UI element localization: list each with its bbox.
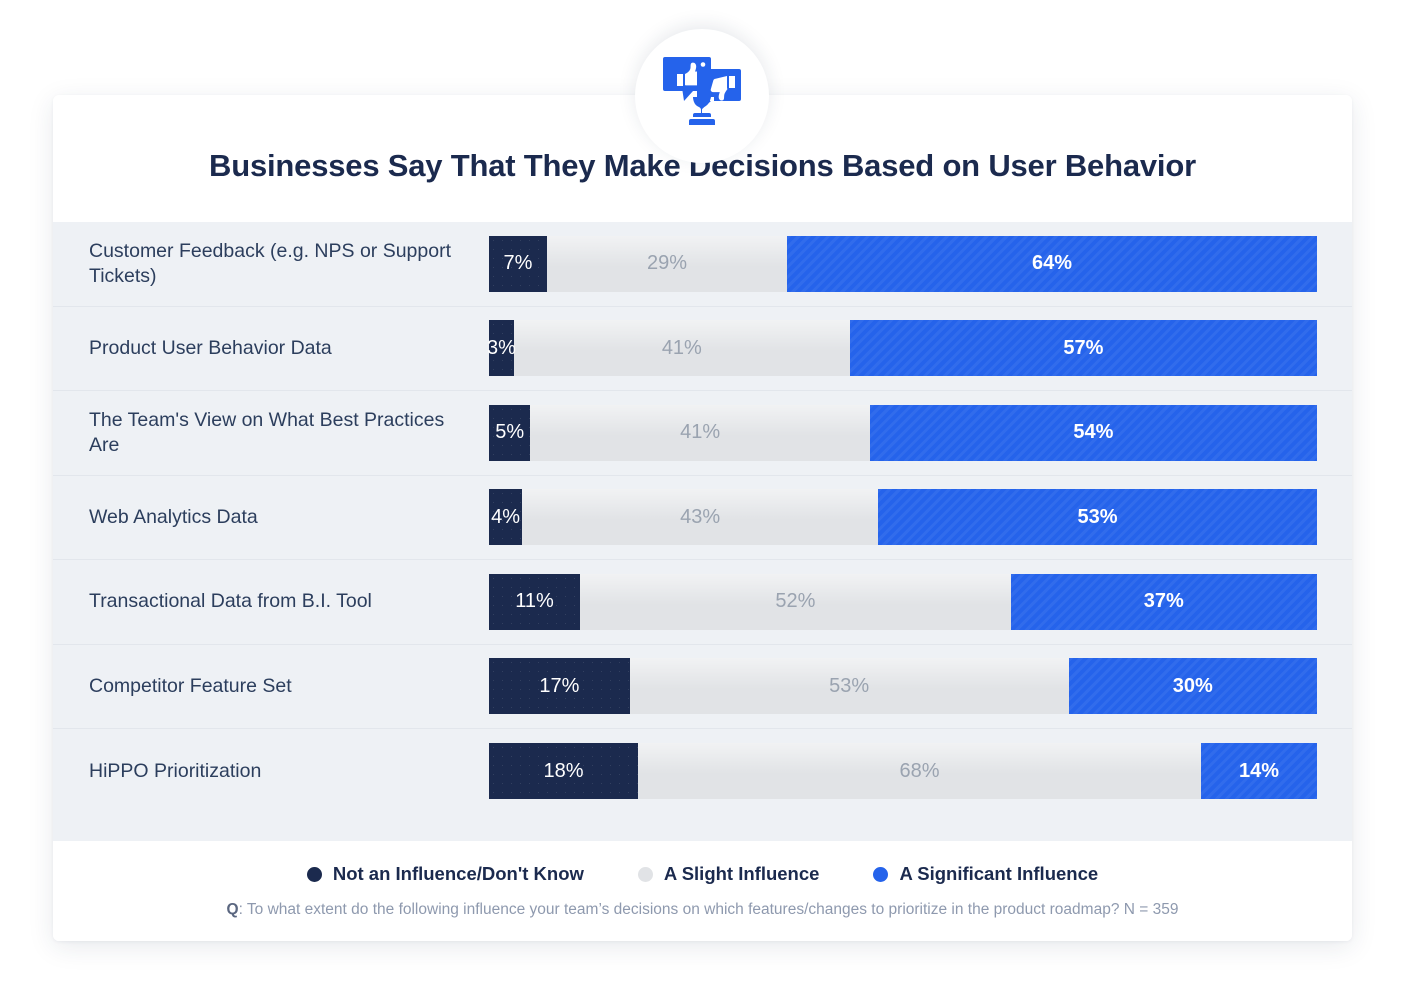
chart-row: The Team's View on What Best Practices A… (53, 391, 1352, 476)
chart-rows: Customer Feedback (e.g. NPS or Support T… (53, 222, 1352, 841)
bar-track: 4% 43% 53% (489, 489, 1317, 546)
bar-track: 3% 41% 57% (486, 320, 1317, 377)
chart-row: Competitor Feature Set 17% 53% 30% (53, 645, 1352, 729)
legend-dot-not-an-influence (306, 866, 322, 882)
row-label: Customer Feedback (e.g. NPS or Support T… (89, 239, 451, 287)
segment-slight-influence: 41% (530, 404, 870, 461)
row-label: HiPPO Prioritization (89, 759, 262, 782)
chart-row: Product User Behavior Data 3% 41% 57% (53, 307, 1352, 391)
row-label: The Team's View on What Best Practices A… (89, 408, 445, 456)
row-label: Competitor Feature Set (89, 674, 292, 697)
segment-slight-influence: 68% (638, 743, 1202, 800)
row-label: Product User Behavior Data (89, 336, 332, 359)
segment-not-an-influence: 17% (489, 658, 630, 715)
segment-significant-influence: 53% (878, 489, 1317, 546)
segment-not-an-influence-value: 7% (503, 252, 533, 275)
segment-slight-influence-value: 41% (680, 421, 721, 444)
row-label: Transactional Data from B.I. Tool (89, 590, 372, 613)
segment-significant-influence-value: 14% (1239, 759, 1280, 782)
segment-slight-influence-value: 41% (661, 336, 702, 359)
segment-significant-influence-value: 30% (1172, 674, 1213, 697)
segment-not-an-influence: 4% (489, 489, 523, 546)
legend-dot-significant-influence (873, 866, 889, 882)
bar-track: 5% 41% 54% (489, 404, 1317, 461)
segment-slight-influence-value: 53% (829, 674, 870, 697)
bar-track: 17% 53% 30% (489, 658, 1317, 715)
segment-significant-influence: 64% (787, 235, 1317, 292)
segment-slight-influence-value: 43% (680, 505, 721, 528)
segment-significant-influence: 14% (1201, 743, 1317, 800)
segment-slight-influence-value: 29% (646, 252, 688, 275)
legend-item[interactable]: A Significant Influence (873, 863, 1098, 885)
segment-significant-influence-value: 37% (1143, 590, 1184, 613)
segment-significant-influence: 37% (1010, 573, 1317, 630)
segment-not-an-influence: 5% (489, 404, 531, 461)
segment-not-an-influence-value: 11% (515, 590, 554, 613)
segment-significant-influence-value: 64% (1032, 252, 1073, 275)
segment-not-an-influence: 3% (486, 320, 516, 377)
segment-not-an-influence-value: 5% (495, 421, 525, 444)
chart-row: Transactional Data from B.I. Tool 11% 52% 3… (53, 560, 1352, 645)
segment-significant-influence-value: 54% (1073, 421, 1114, 444)
segment-not-an-influence-value: 3% (486, 336, 516, 359)
segment-significant-influence-value: 53% (1077, 505, 1118, 528)
segment-slight-influence: 41% (513, 320, 850, 377)
bar-track: 7% 29% 64% (489, 235, 1317, 292)
segment-significant-influence: 30% (1068, 658, 1317, 715)
legend-label: Not an Influence/Don't Know (332, 863, 584, 884)
legend-dot-slight-influence (637, 866, 653, 882)
legend-item[interactable]: A Slight Influence (637, 863, 820, 885)
thumbs-up-down-feedback-icon (663, 57, 741, 125)
legend-label: A Significant Influence (899, 863, 1099, 884)
segment-slight-influence: 43% (522, 489, 879, 546)
segment-significant-influence: 57% (849, 320, 1317, 377)
bar-track: 11% 52% 37% (489, 573, 1317, 630)
segment-slight-influence-value: 52% (775, 590, 816, 613)
segment-significant-influence: 54% (869, 404, 1317, 461)
segment-significant-influence-value: 57% (1063, 336, 1104, 359)
bar-track: 18% 68% 14% (489, 743, 1317, 800)
segment-not-an-influence: 7% (489, 235, 547, 292)
infographic-root: Businesses Say That They Make Decisions … (0, 0, 1420, 1002)
legend-label: A Slight Influence (663, 863, 820, 884)
chart-row: Customer Feedback (e.g. NPS or Support T… (53, 222, 1352, 307)
segment-slight-influence: 29% (546, 235, 788, 292)
segment-not-an-influence-value: 18% (543, 759, 584, 782)
segment-slight-influence-value: 68% (899, 759, 940, 782)
legend: Not an Influence/Don't Know A Slight Infl… (53, 863, 1352, 901)
segment-not-an-influence-value: 4% (491, 505, 520, 528)
chart-card: Businesses Say That They Make Decisions … (53, 95, 1352, 941)
chart-row: Web Analytics Data 4% 43% 53% (53, 476, 1352, 560)
chart-row: HiPPO Prioritization 18% 68% 14% (53, 729, 1352, 814)
chart-footer: Not an Influence/Don't Know A Slight Infl… (53, 841, 1352, 941)
segment-not-an-influence: 11% (489, 573, 581, 630)
legend-item[interactable]: Not an Influence/Don't Know (306, 863, 584, 885)
badge (635, 29, 769, 163)
footnote-q-prefix: Q (226, 901, 239, 918)
footnote-text: : To what extent do the following influe… (238, 901, 1179, 918)
segment-slight-influence: 52% (580, 573, 1011, 630)
segment-not-an-influence-value: 17% (539, 674, 580, 697)
segment-slight-influence: 53% (629, 658, 1069, 715)
footnote: Q: To what extent do the following influ… (53, 901, 1352, 941)
segment-not-an-influence: 18% (489, 743, 639, 800)
row-label: Web Analytics Data (89, 505, 258, 528)
